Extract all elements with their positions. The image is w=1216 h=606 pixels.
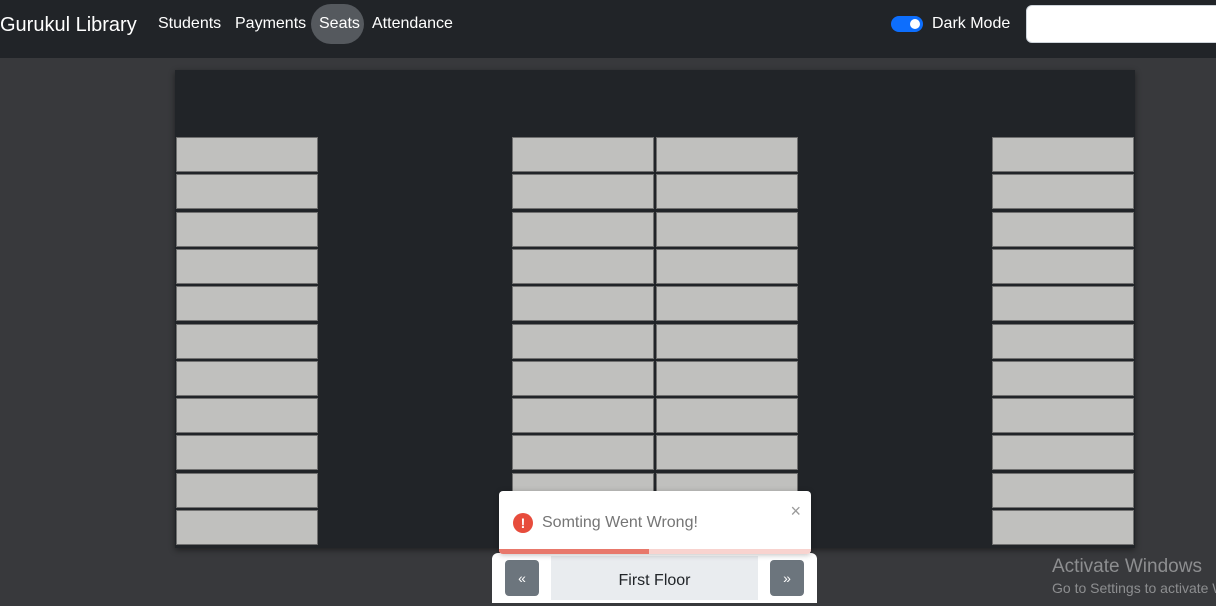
seat[interactable] xyxy=(656,212,798,247)
nav-link-students[interactable]: Students xyxy=(150,4,229,44)
seat[interactable] xyxy=(656,249,798,284)
seat[interactable] xyxy=(176,510,318,545)
seat[interactable] xyxy=(656,137,798,172)
seat[interactable] xyxy=(176,286,318,321)
seat[interactable] xyxy=(176,137,318,172)
exclamation-icon: ! xyxy=(513,513,533,533)
seat[interactable] xyxy=(176,324,318,359)
seat[interactable] xyxy=(512,137,654,172)
seat[interactable] xyxy=(656,398,798,433)
seat[interactable] xyxy=(512,361,654,396)
seat[interactable] xyxy=(176,212,318,247)
seat[interactable] xyxy=(512,435,654,470)
toast-progress-track xyxy=(499,549,811,554)
seat[interactable] xyxy=(512,286,654,321)
seat-floor-map xyxy=(175,70,1135,548)
seat[interactable] xyxy=(656,361,798,396)
seat[interactable] xyxy=(656,286,798,321)
current-floor-label: First Floor xyxy=(551,556,758,600)
seat[interactable] xyxy=(512,324,654,359)
seat[interactable] xyxy=(176,435,318,470)
nav-link-attendance[interactable]: Attendance xyxy=(364,4,461,44)
nav-link-payments[interactable]: Payments xyxy=(227,4,314,44)
toast-message: Somting Went Wrong! xyxy=(542,514,698,531)
search-input[interactable] xyxy=(1026,5,1216,43)
seat[interactable] xyxy=(992,473,1134,508)
seat[interactable] xyxy=(512,174,654,209)
seat[interactable] xyxy=(992,510,1134,545)
next-floor-button[interactable]: » xyxy=(770,560,804,596)
brand-title[interactable]: Gurukul Library xyxy=(0,13,137,37)
navbar: Gurukul Library Students Payments Seats … xyxy=(0,0,1216,58)
seat[interactable] xyxy=(992,174,1134,209)
toggle-knob xyxy=(910,19,920,29)
toast-progress-bar xyxy=(499,549,649,554)
seat[interactable] xyxy=(176,398,318,433)
dark-mode-label: Dark Mode xyxy=(932,15,1011,32)
floor-pager: « First Floor » xyxy=(492,553,817,603)
watermark-title: Activate Windows xyxy=(1052,556,1202,577)
seat[interactable] xyxy=(992,212,1134,247)
seat[interactable] xyxy=(992,361,1134,396)
seat[interactable] xyxy=(656,174,798,209)
close-icon[interactable]: × xyxy=(790,502,801,520)
dark-mode-toggle[interactable] xyxy=(891,16,923,32)
seat[interactable] xyxy=(512,249,654,284)
seat[interactable] xyxy=(176,174,318,209)
prev-floor-button[interactable]: « xyxy=(505,560,539,596)
seat[interactable] xyxy=(176,249,318,284)
seat[interactable] xyxy=(512,212,654,247)
seat[interactable] xyxy=(992,398,1134,433)
seat[interactable] xyxy=(992,435,1134,470)
seat[interactable] xyxy=(512,398,654,433)
seat[interactable] xyxy=(992,249,1134,284)
seat[interactable] xyxy=(176,361,318,396)
seat[interactable] xyxy=(992,137,1134,172)
seat[interactable] xyxy=(992,324,1134,359)
seat[interactable] xyxy=(992,286,1134,321)
seat[interactable] xyxy=(656,324,798,359)
nav-link-seats[interactable]: Seats xyxy=(311,4,364,44)
watermark-subtitle: Go to Settings to activate Windows. xyxy=(1052,580,1216,596)
seat[interactable] xyxy=(176,473,318,508)
seat[interactable] xyxy=(656,435,798,470)
error-toast: ! Somting Went Wrong! × xyxy=(499,491,811,554)
windows-activation-watermark: Activate Windows Go to Settings to activ… xyxy=(1052,555,1216,597)
